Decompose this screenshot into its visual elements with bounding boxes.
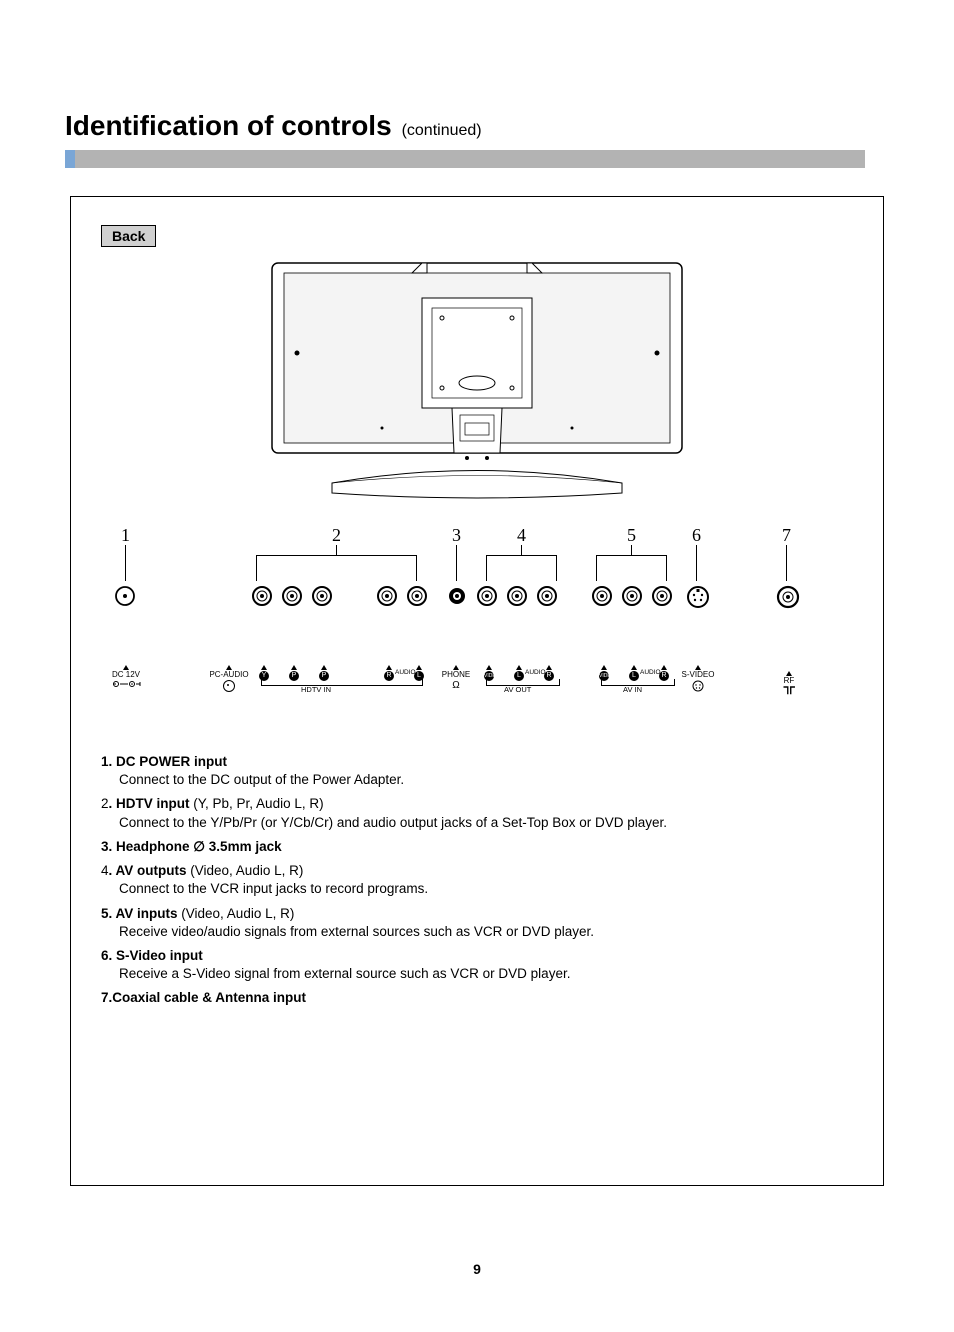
jack-avin-video xyxy=(591,585,613,607)
page-number: 9 xyxy=(0,1261,954,1277)
callout-1: 1 xyxy=(121,525,130,546)
jack-hdtv-pr xyxy=(311,585,333,607)
label-svideo: S-VIDEO xyxy=(682,670,715,679)
description-list: 1. DC POWER input Connect to the DC outp… xyxy=(101,753,853,1008)
jack-hdtv-pb xyxy=(281,585,303,607)
heading-accent-bar xyxy=(65,150,865,168)
port-labels-row: DC 12V PC-AUDIO Y P P R xyxy=(101,665,853,725)
callout-row: 1 2 3 4 5 6 7 xyxy=(101,525,853,645)
group-label-av-out: AV OUT xyxy=(504,685,531,694)
group-label-hdtv-in: HDTV IN xyxy=(301,685,331,694)
jack-avout-audio-l xyxy=(506,585,528,607)
jack-rf xyxy=(776,585,800,609)
monitor-back-diagram xyxy=(101,253,853,503)
jack-headphone xyxy=(446,585,468,607)
section-label-back: Back xyxy=(101,225,156,247)
pc-audio-jack-icon xyxy=(223,680,235,692)
jack-avout-audio-r xyxy=(536,585,558,607)
callout-4: 4 xyxy=(517,525,526,546)
callout-5: 5 xyxy=(627,525,636,546)
label-pc-audio: PC-AUDIO xyxy=(209,670,248,679)
desc-item-3: 3. Headphone ∅ 3.5mm jack xyxy=(101,838,853,856)
callout-6: 6 xyxy=(692,525,701,546)
desc-item-6: 6. S-Video input Receive a S-Video signa… xyxy=(101,947,853,983)
group-label-av-in: AV IN xyxy=(623,685,642,694)
page-title-continued: (continued) xyxy=(402,122,482,139)
content-frame: Back xyxy=(70,196,884,1186)
jack-dc-power xyxy=(114,585,136,607)
page-title-main: Identification of controls xyxy=(65,110,392,141)
jack-avin-audio-r xyxy=(651,585,673,607)
label-dc12v: DC 12V xyxy=(112,670,140,679)
desc-item-4: 4. AV outputs (Video, Audio L, R) Connec… xyxy=(101,862,853,898)
svideo-icon xyxy=(692,680,704,692)
headphone-icon: Ω xyxy=(452,680,459,691)
desc-item-1: 1. DC POWER input Connect to the DC outp… xyxy=(101,753,853,789)
rf-icon: ᒣᒥ xyxy=(783,686,795,697)
jack-hdtv-audio-l xyxy=(406,585,428,607)
callout-3: 3 xyxy=(452,525,461,546)
jack-hdtv-audio-r xyxy=(376,585,398,607)
label-rf: RF xyxy=(784,676,795,685)
jack-avout-video xyxy=(476,585,498,607)
desc-item-7: 7.Coaxial cable & Antenna input xyxy=(101,989,853,1007)
desc-item-5: 5. AV inputs (Video, Audio L, R) Receive… xyxy=(101,905,853,941)
jack-svideo xyxy=(686,585,710,609)
jack-hdtv-y xyxy=(251,585,273,607)
label-phone: PHONE xyxy=(442,670,470,679)
callout-7: 7 xyxy=(782,525,791,546)
callout-2: 2 xyxy=(332,525,341,546)
desc-item-2: 2. HDTV input (Y, Pb, Pr, Audio L, R) Co… xyxy=(101,795,853,831)
jack-avin-audio-l xyxy=(621,585,643,607)
